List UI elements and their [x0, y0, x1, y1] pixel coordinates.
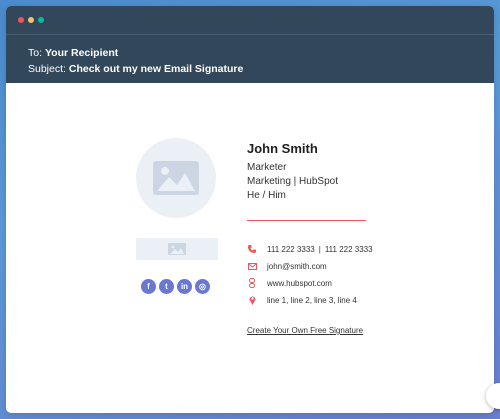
email-signature: f t in ◎ John Smith Marketer Marketing |… — [6, 83, 494, 413]
subject-label: Subject: — [28, 63, 66, 75]
signature-title: Marketer — [247, 162, 287, 173]
email-row: john@smith.com — [247, 261, 327, 271]
address-text: line 1, line 2, line 3, line 4 — [267, 295, 357, 305]
phone-icon — [247, 244, 257, 254]
to-value: Your Recipient — [44, 47, 119, 59]
instagram-icon[interactable]: ◎ — [195, 279, 210, 294]
phone-row: 111 222 3333 | 111 222 3333 — [247, 244, 373, 254]
email-preview-window: To: Your Recipient Subject: Check out my… — [6, 6, 494, 413]
mobile-number[interactable]: 111 222 3333 — [325, 245, 373, 254]
social-links: f t in ◎ — [141, 279, 210, 294]
website-row: www.hubspot.com — [247, 278, 332, 288]
window-titlebar — [6, 6, 494, 35]
email-header: To: Your Recipient Subject: Check out my… — [6, 35, 494, 83]
maximize-window-dot[interactable] — [38, 17, 44, 23]
create-signature-link[interactable]: Create Your Own Free Signature — [247, 326, 363, 335]
subject-line: Subject: Check out my new Email Signatur… — [28, 61, 494, 77]
envelope-icon — [247, 261, 257, 271]
company-logo-placeholder — [136, 238, 218, 260]
website-link[interactable]: www.hubspot.com — [267, 279, 332, 288]
to-label: To: — [28, 47, 43, 59]
signature-pronouns: He / Him — [247, 190, 286, 201]
email-address[interactable]: john@smith.com — [267, 262, 327, 271]
signature-divider — [247, 220, 366, 221]
logo-image-icon — [168, 243, 186, 255]
signature-name: John Smith — [247, 141, 318, 156]
signature-department: Marketing | HubSpot — [247, 176, 338, 187]
phone-separator: | — [318, 244, 321, 254]
facebook-icon[interactable]: f — [141, 279, 156, 294]
twitter-icon[interactable]: t — [159, 279, 174, 294]
address-row: line 1, line 2, line 3, line 4 — [247, 295, 357, 305]
close-window-dot[interactable] — [18, 17, 24, 23]
subject-value: Check out my new Email Signature — [68, 63, 244, 75]
minimize-window-dot[interactable] — [28, 17, 34, 23]
phone-number[interactable]: 111 222 3333 — [267, 245, 315, 254]
signature-role: Marketer Marketing | HubSpot He / Him — [247, 161, 338, 203]
profile-image-placeholder — [136, 138, 216, 218]
link-icon — [247, 278, 257, 288]
to-line: To: Your Recipient — [28, 45, 494, 61]
linkedin-icon[interactable]: in — [177, 279, 192, 294]
location-pin-icon — [247, 295, 257, 305]
image-placeholder-icon — [153, 161, 199, 195]
